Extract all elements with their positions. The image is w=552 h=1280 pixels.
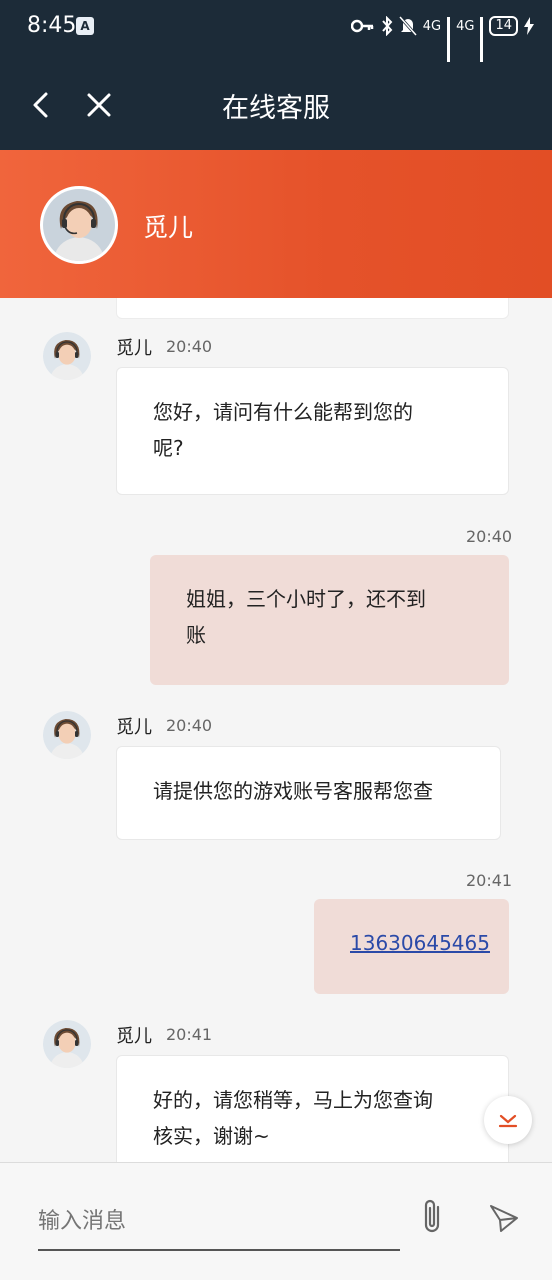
network-type-1: 4G (422, 18, 442, 34)
message-line: 姐姐，三个小时了，还不到 (186, 587, 426, 611)
message-input-bar (0, 1162, 552, 1280)
phone-number-link[interactable]: 13630645465 (350, 931, 490, 955)
chevron-down-icon (498, 1114, 518, 1128)
message-time: 20:40 (466, 527, 513, 546)
message-sender: 觅儿 (116, 338, 152, 359)
key-icon (350, 19, 373, 33)
agent-header: 觅儿 (0, 150, 552, 298)
message-sender: 觅儿 (116, 717, 152, 738)
agent-avatar (40, 186, 118, 264)
agent-message-bubble: 好的，请您稍等，马上为您查询 核实，谢谢~ (116, 1055, 509, 1162)
app-notification-icon: A (76, 17, 94, 35)
message-line: 好的，请您稍等，马上为您查询 (153, 1088, 433, 1112)
app-topbar: 8:45 A 4G 4G 14 在线客服 (0, 0, 552, 150)
agent-avatar-small (43, 332, 91, 380)
paperclip-icon[interactable] (418, 1197, 448, 1237)
agent-avatar-small (43, 1020, 91, 1068)
message-sender: 觅儿 (116, 1026, 152, 1047)
message-time: 20:40 (166, 716, 213, 735)
message-line: 核实，谢谢~ (153, 1124, 270, 1148)
battery-indicator: 14 (489, 16, 518, 36)
page-title: 在线客服 (222, 93, 330, 124)
message-input[interactable] (38, 1193, 400, 1251)
status-icons: 4G 4G 14 (350, 14, 534, 62)
scroll-to-bottom-button[interactable] (484, 1096, 532, 1144)
agent-name: 觅儿 (143, 213, 194, 242)
user-message-bubble: 姐姐，三个小时了，还不到 账 (150, 555, 509, 685)
agent-avatar-image (43, 189, 115, 261)
status-time: 8:45 (27, 13, 77, 38)
user-message-bubble: 13630645465 (314, 899, 509, 994)
chat-area[interactable]: 觅儿 20:40 您好，请问有什么能帮到您的 呢? 20:40 姐姐，三个小时了… (0, 298, 552, 1162)
charging-icon (524, 17, 534, 35)
mute-bell-icon (398, 16, 417, 36)
bluetooth-icon (381, 16, 393, 36)
message-line: 请提供您的游戏账号客服帮您查 (153, 779, 433, 803)
message-time: 20:41 (466, 871, 513, 890)
signal-icon-2 (480, 17, 484, 62)
message-time: 20:40 (166, 337, 213, 356)
message-time: 20:41 (166, 1025, 213, 1044)
status-bar: 8:45 A 4G 4G 14 (0, 0, 552, 62)
message-line: 您好，请问有什么能帮到您的 (153, 400, 413, 424)
message-line: 呢? (153, 436, 184, 460)
agent-message-bubble: 请提供您的游戏账号客服帮您查 (116, 746, 501, 840)
nav-bar: 在线客服 (0, 60, 552, 150)
agent-message-bubble: 您好，请问有什么能帮到您的 呢? (116, 367, 509, 495)
network-type-2: 4G (456, 18, 475, 34)
message-line: 账 (186, 623, 206, 647)
signal-icon (447, 17, 451, 62)
previous-message-card (116, 298, 509, 319)
send-icon[interactable] (487, 1201, 521, 1235)
agent-avatar-small (43, 711, 91, 759)
